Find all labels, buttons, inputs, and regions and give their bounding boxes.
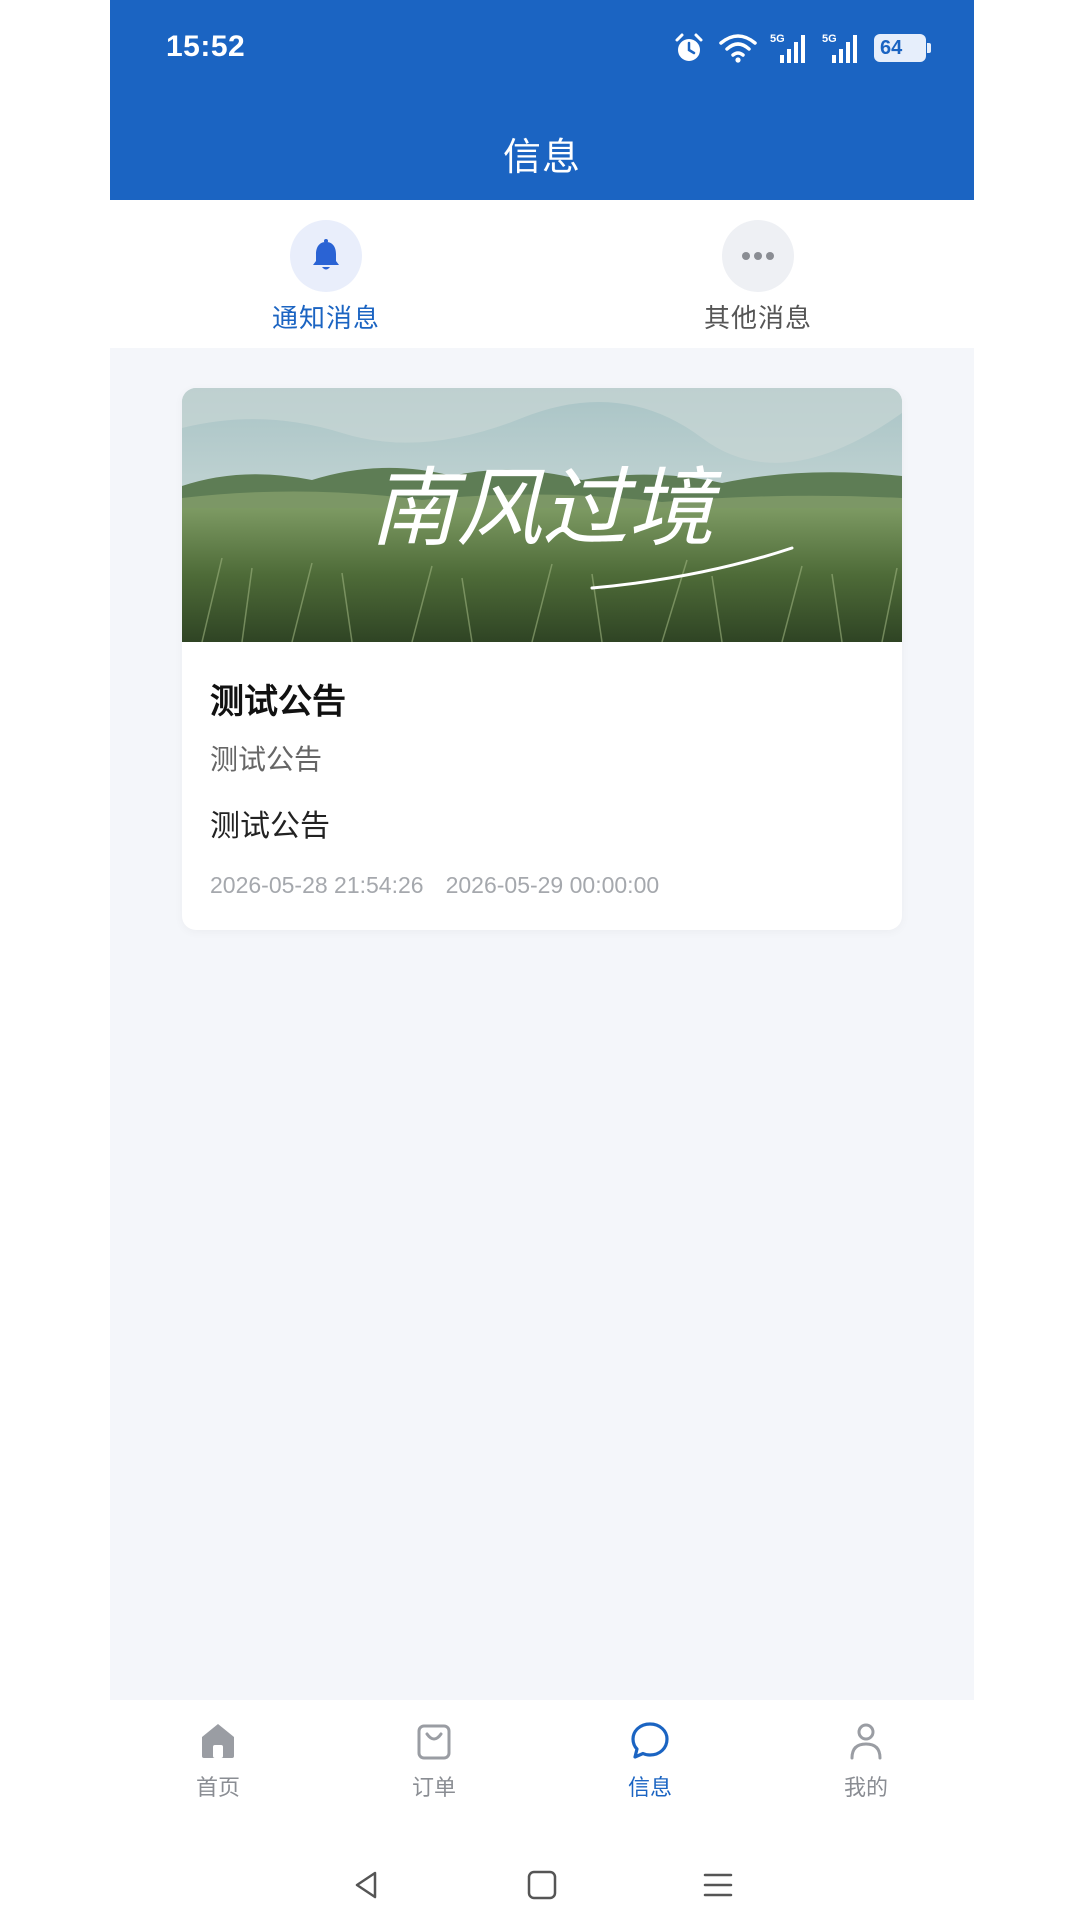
notice-title: 测试公告 (210, 682, 346, 722)
tab-other[interactable]: 其他消息 (542, 200, 974, 348)
notice-banner-image: 南风过境 (182, 388, 902, 642)
notice-subtitle: 测试公告 (210, 743, 323, 776)
signal-icon-2: 5G (822, 31, 862, 65)
battery-indicator: 64 (874, 34, 931, 62)
nav-label-messages: 信息 (627, 1776, 672, 1801)
screen: 15:52 5G 5G 64 信息 通知消息 其他消息 南风过境 测试公告 测试… (110, 0, 974, 1920)
notice-content: 测试公告 (210, 809, 330, 844)
nav-item-orders[interactable]: 订单 (326, 1700, 542, 1820)
bell-icon (290, 220, 362, 292)
nav-item-home[interactable]: 首页 (110, 1700, 326, 1820)
nav-label-profile: 我的 (843, 1776, 888, 1801)
tab-other-label: 其他消息 (703, 304, 812, 334)
alarm-icon (672, 31, 706, 65)
svg-text:5G: 5G (770, 33, 785, 45)
svg-text:5G: 5G (822, 33, 837, 45)
nav-item-profile[interactable]: 我的 (758, 1700, 974, 1820)
user-icon (844, 1718, 888, 1766)
home-square-icon[interactable] (519, 1862, 565, 1908)
wifi-icon (718, 32, 758, 64)
bottom-navigation: 首页 订单 信息 我的 (110, 1700, 974, 1820)
notice-card[interactable]: 南风过境 测试公告 测试公告 测试公告 2026-05-28 21:54:26 … (182, 388, 902, 930)
app-header: 15:52 5G 5G 64 信息 (110, 0, 974, 200)
nav-label-home: 首页 (195, 1776, 240, 1801)
nav-item-messages[interactable]: 信息 (542, 1700, 758, 1820)
signal-icon-1: 5G (770, 31, 810, 65)
nav-label-orders: 订单 (411, 1776, 456, 1801)
status-icons: 5G 5G 64 (672, 30, 931, 66)
home-icon (196, 1718, 240, 1766)
message-tabs: 通知消息 其他消息 (110, 200, 974, 348)
chat-bubble-icon (628, 1718, 672, 1766)
notice-created-at: 2026-05-28 21:54:26 (210, 872, 424, 898)
tab-notifications[interactable]: 通知消息 (110, 200, 542, 348)
back-icon[interactable] (343, 1862, 389, 1908)
menu-icon[interactable] (695, 1862, 741, 1908)
notice-dates: 2026-05-28 21:54:26 2026-05-29 00:00:00 (210, 872, 659, 899)
banner-calligraphy: 南风过境 (370, 459, 722, 559)
notice-expires-at: 2026-05-29 00:00:00 (445, 872, 660, 898)
shopping-bag-icon (412, 1718, 456, 1766)
status-time: 15:52 (166, 30, 246, 63)
system-navigation-bar (110, 1820, 974, 1920)
page-title: 信息 (502, 135, 581, 179)
more-dots-icon (722, 220, 794, 292)
tab-notifications-label: 通知消息 (271, 304, 380, 334)
